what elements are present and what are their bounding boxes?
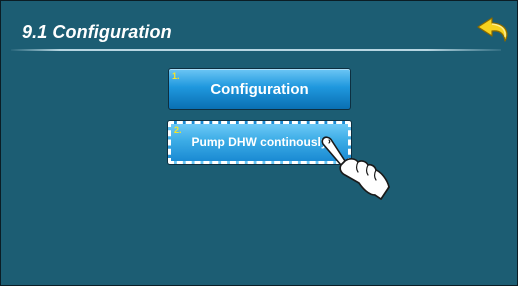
button-label: Pump DHW continously	[191, 135, 328, 149]
pointing-hand-icon	[321, 136, 390, 200]
title-divider	[11, 49, 501, 51]
configuration-button[interactable]: 1. Configuration	[168, 68, 351, 110]
button-label: Configuration	[210, 81, 309, 98]
button-number: 2.	[174, 125, 182, 135]
screen: 9.1 Configuration 1. Configuration 2. Pu…	[0, 0, 518, 286]
button-number: 1.	[172, 71, 180, 81]
page-title: 9.1 Configuration	[22, 22, 172, 42]
back-arrow-icon[interactable]	[475, 15, 513, 47]
